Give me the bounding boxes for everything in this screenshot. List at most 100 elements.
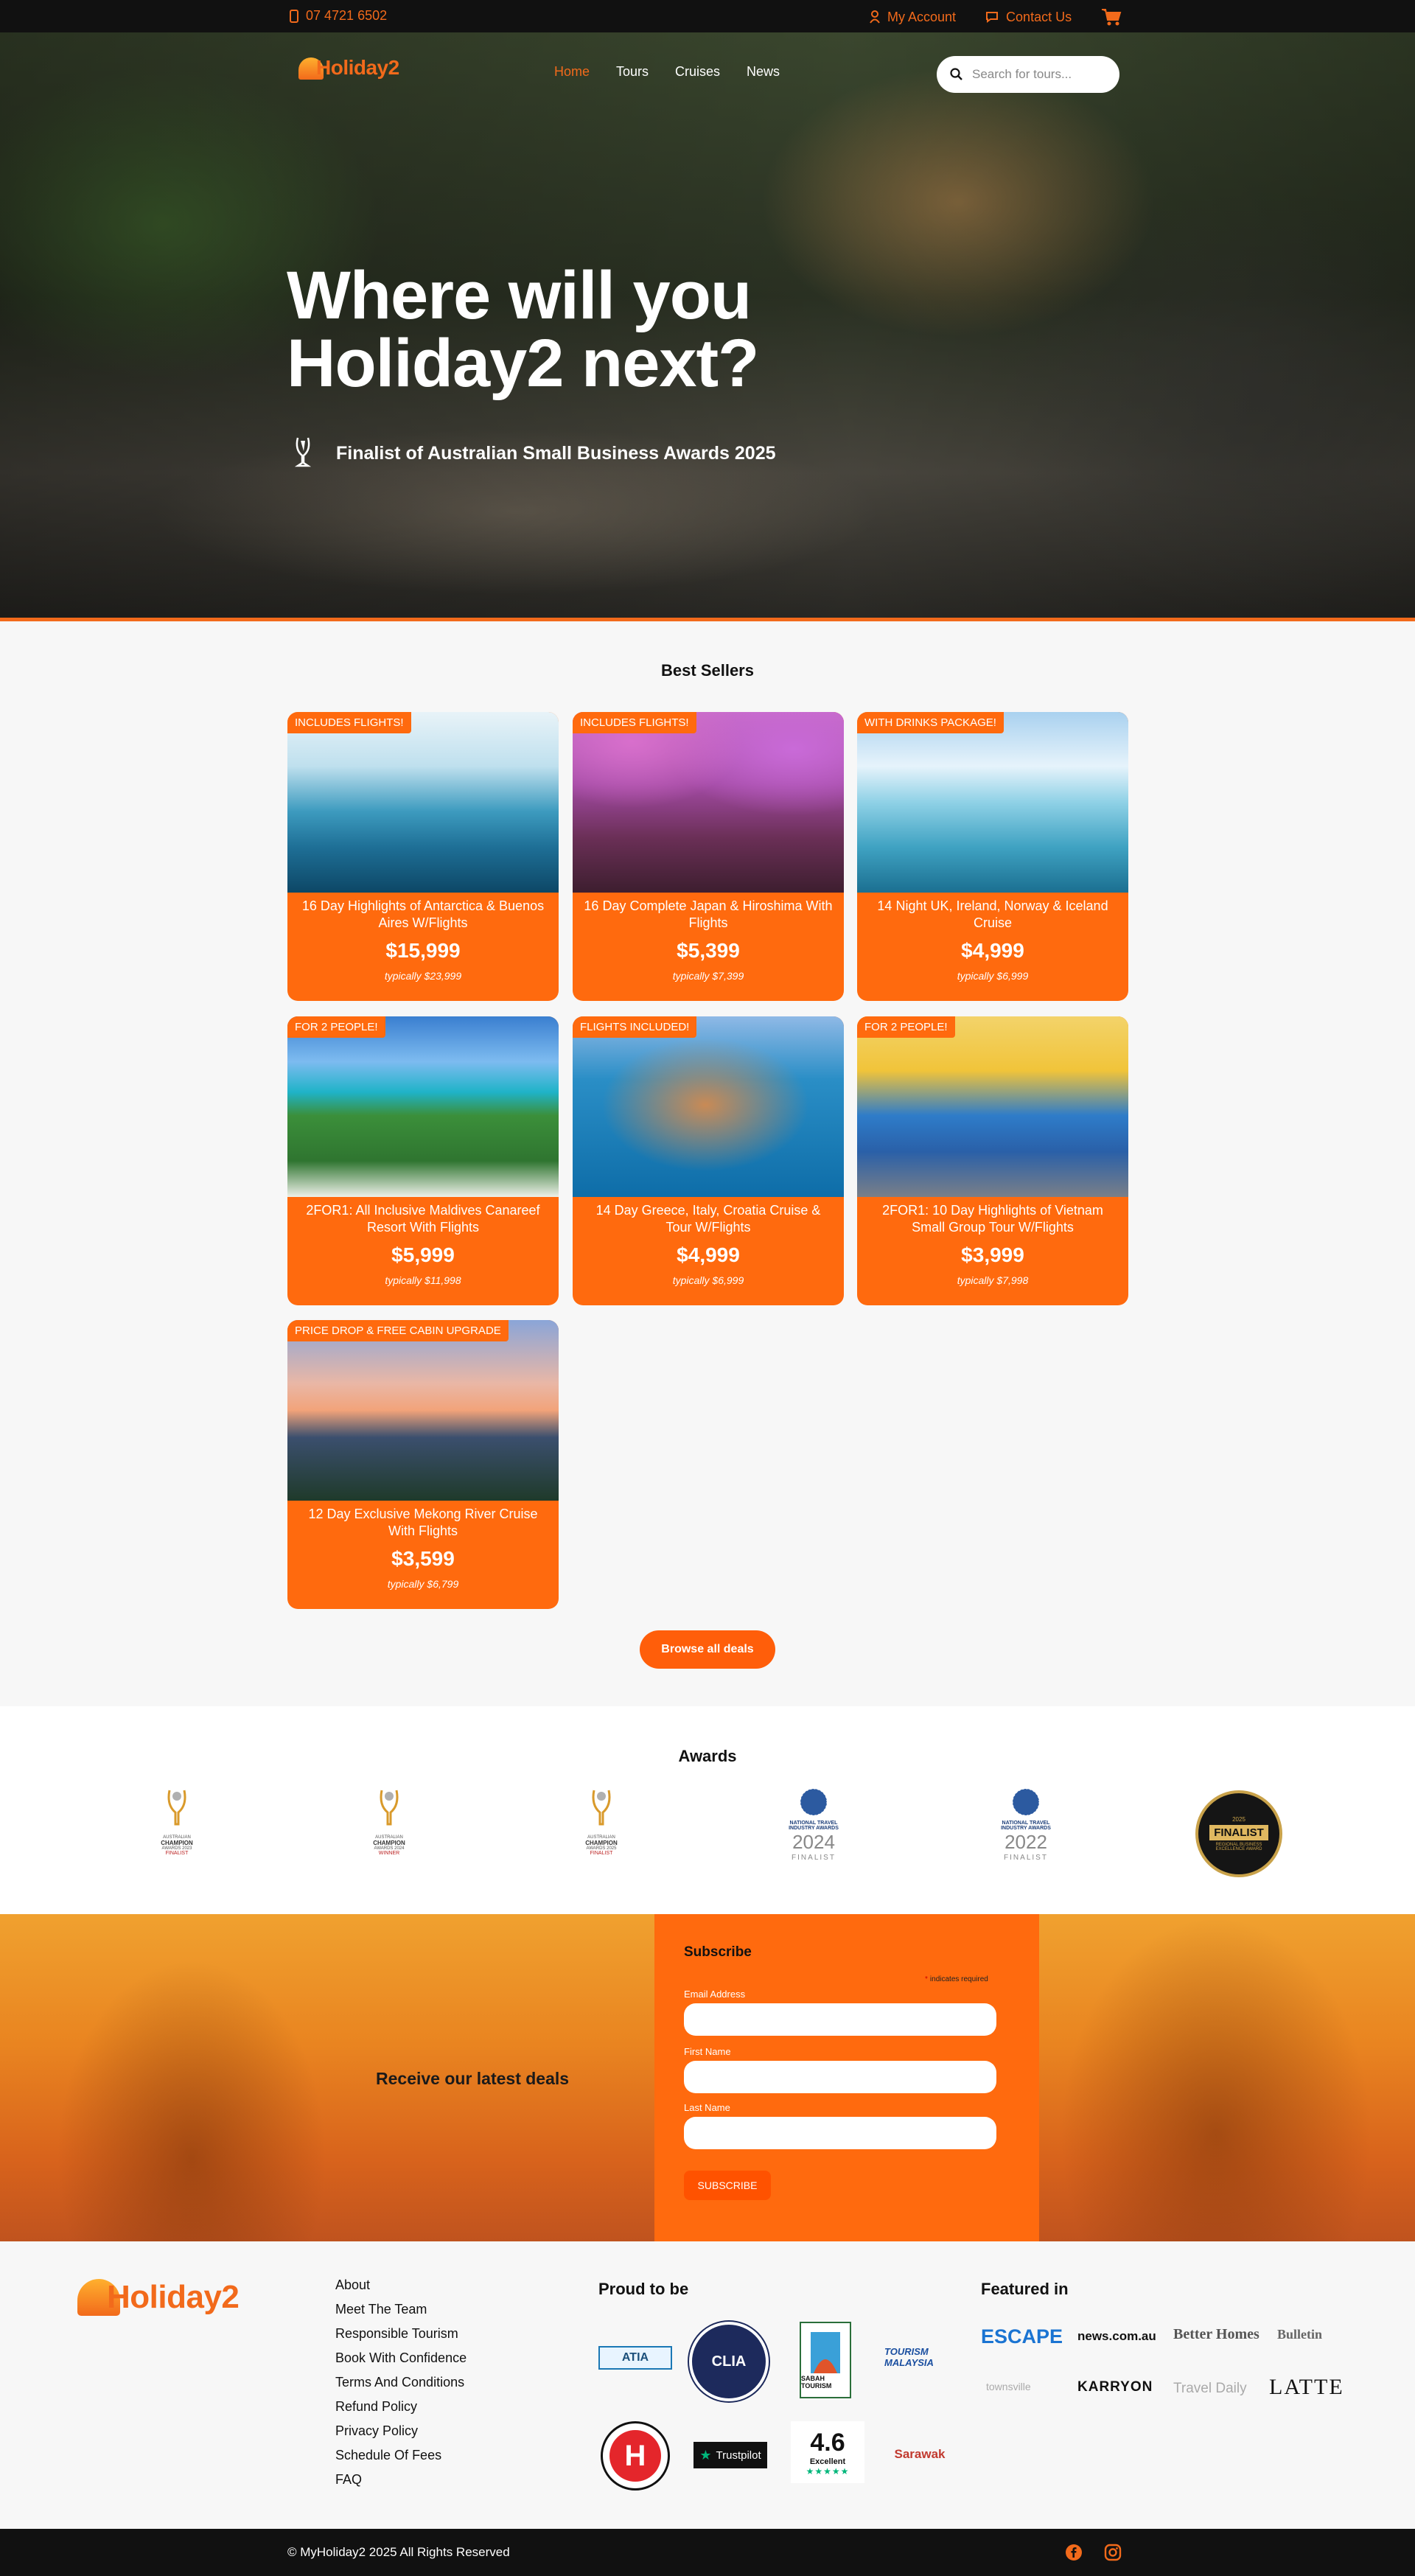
rating-label: Excellent: [809, 2457, 846, 2466]
footer-link-team[interactable]: Meet The Team: [335, 2302, 467, 2317]
phone-link[interactable]: 07 4721 6502: [290, 8, 387, 24]
deal-typical-price: typically $7,399: [672, 970, 744, 982]
footer-link-fees[interactable]: Schedule Of Fees: [335, 2448, 467, 2462]
footer-link-book-confidence[interactable]: Book With Confidence: [335, 2350, 467, 2365]
deal-price: $15,999: [385, 939, 461, 962]
featured-heading: Featured in: [981, 2280, 1069, 2298]
deal-card[interactable]: FOR 2 PEOPLE! 2FOR1: All Inclusive Maldi…: [287, 1016, 559, 1305]
subscribe-tagline: Receive our latest deals: [376, 2069, 570, 2088]
deal-badge: INCLUDES FLIGHTS!: [573, 712, 696, 733]
hero-divider: [0, 618, 1415, 621]
award-badge: AUSTRALIAN CHAMPION AWARDS 2025 FINALIST: [572, 1787, 631, 1856]
nav-news[interactable]: News: [747, 64, 780, 80]
last-name-field[interactable]: [684, 2117, 996, 2149]
footer-link-privacy[interactable]: Privacy Policy: [335, 2423, 467, 2438]
header-logo[interactable]: Holiday2: [298, 56, 399, 80]
award-badge: 2025 FINALIST REGIONAL BUSINESS EXCELLEN…: [1195, 1790, 1282, 1877]
phone-icon: [290, 9, 298, 23]
deal-typical-price: typically $11,998: [385, 1274, 461, 1286]
tourism-malaysia-logo: TOURISM MALAYSIA: [884, 2346, 934, 2368]
logo-text: Holiday2: [316, 56, 399, 79]
deal-image: [287, 712, 559, 893]
nav-home[interactable]: Home: [554, 64, 590, 80]
deal-badge: INCLUDES FLIGHTS!: [287, 712, 411, 733]
proud-heading: Proud to be: [598, 2280, 689, 2298]
search-input[interactable]: [972, 67, 1097, 82]
required-note-text: indicates required: [929, 1975, 988, 1983]
hero-award-text: Finalist of Australian Small Business Aw…: [336, 442, 776, 464]
townsville-logo: townsville: [986, 2381, 1031, 2392]
nav-cruises[interactable]: Cruises: [675, 64, 720, 80]
sabah-emblem-icon: [811, 2332, 840, 2373]
globe-icon: [1011, 1787, 1041, 1821]
deal-card[interactable]: INCLUDES FLIGHTS! 16 Day Highlights of A…: [287, 712, 559, 1001]
deal-card[interactable]: WITH DRINKS PACKAGE! 14 Night UK, Irelan…: [857, 712, 1128, 1001]
email-field[interactable]: [684, 2003, 996, 2036]
email-label: Email Address: [684, 1989, 746, 2000]
nav-tours[interactable]: Tours: [616, 64, 649, 80]
deal-typical-price: typically $7,998: [957, 1274, 1029, 1286]
deal-image: [857, 1016, 1128, 1197]
atia-logo: ATIA: [598, 2346, 672, 2370]
first-name-field[interactable]: [684, 2061, 996, 2093]
footer-link-about[interactable]: About: [335, 2277, 467, 2292]
deal-badge: FOR 2 PEOPLE!: [857, 1016, 955, 1038]
news-logo: news.com.au: [1077, 2329, 1156, 2343]
deal-badge: PRICE DROP & FREE CABIN UPGRADE: [287, 1320, 509, 1341]
my-account-label: My Account: [887, 9, 957, 24]
deal-card[interactable]: FOR 2 PEOPLE! 2FOR1: 10 Day Highlights o…: [857, 1016, 1128, 1305]
footer-link-faq[interactable]: FAQ: [335, 2472, 467, 2487]
my-account-link[interactable]: My Account: [870, 10, 956, 25]
deal-price: $4,999: [677, 1243, 740, 1266]
user-icon: [870, 10, 880, 24]
footer-logo-text: Holiday2: [107, 2279, 240, 2315]
deal-image: [287, 1016, 559, 1197]
awards-title: Awards: [678, 1747, 737, 1765]
first-name-label: First Name: [684, 2046, 731, 2057]
award-trophy-icon: [374, 1787, 404, 1835]
award-badge: NATIONAL TRAVEL INDUSTRY AWARDS 2024 FIN…: [783, 1787, 845, 1862]
deal-price: $3,599: [391, 1547, 455, 1570]
facebook-icon[interactable]: [1065, 2544, 1083, 2565]
subscribe-button[interactable]: SUBSCRIBE: [684, 2171, 771, 2200]
contact-us-link[interactable]: Contact Us: [985, 10, 1072, 25]
subscribe-heading: Subscribe: [684, 1944, 752, 1960]
award-trophy-icon: [587, 1787, 616, 1835]
cart-icon[interactable]: [1101, 8, 1122, 26]
trophy-icon: [292, 436, 314, 470]
clia-logo: CLIA: [689, 2322, 769, 2401]
deal-title: 14 Day Greece, Italy, Croatia Cruise & T…: [595, 1203, 821, 1235]
deal-card[interactable]: FLIGHTS INCLUDED! 14 Day Greece, Italy, …: [573, 1016, 844, 1305]
top-bar: 07 4721 6502 My Account Contact Us: [0, 0, 1415, 32]
deal-price: $3,999: [961, 1243, 1024, 1266]
browse-deals-button[interactable]: Browse all deals: [640, 1630, 775, 1669]
deal-typical-price: typically $6,999: [672, 1274, 744, 1286]
deal-badge: FLIGHTS INCLUDED!: [573, 1016, 697, 1038]
karryon-logo: KARRYON: [1077, 2379, 1153, 2395]
trustpilot-logo: ★ Trustpilot: [693, 2442, 767, 2468]
award-badge: AUSTRALIAN CHAMPION AWARDS 2024 WINNER: [360, 1787, 419, 1856]
instagram-icon[interactable]: [1104, 2544, 1122, 2565]
deal-card[interactable]: PRICE DROP & FREE CABIN UPGRADE 12 Day E…: [287, 1320, 559, 1609]
footer-logo[interactable]: Holiday2: [77, 2279, 240, 2316]
rating-stars-icon: ★★★★★: [806, 2465, 850, 2476]
deal-typical-price: typically $6,999: [957, 970, 1029, 982]
footer-link-terms[interactable]: Terms And Conditions: [335, 2375, 467, 2390]
last-name-label: Last Name: [684, 2102, 730, 2113]
deal-image: [573, 712, 844, 893]
footer-link-responsible-tourism[interactable]: Responsible Tourism: [335, 2326, 467, 2341]
escape-logo: ESCAPE: [981, 2325, 1063, 2348]
better-homes-logo: Better Homes: [1173, 2326, 1259, 2342]
chat-icon: [985, 11, 999, 23]
award-trophy-icon: [162, 1787, 192, 1835]
main-nav: Home Tours Cruises News: [554, 64, 780, 80]
footer-link-refund[interactable]: Refund Policy: [335, 2399, 467, 2414]
deal-typical-price: typically $23,999: [384, 970, 462, 982]
required-note: * indicates required: [925, 1975, 988, 1983]
search-icon[interactable]: [950, 68, 963, 81]
deal-typical-price: typically $6,799: [387, 1578, 459, 1590]
deal-title: 12 Day Exclusive Mekong River Cruise Wit…: [308, 1507, 538, 1538]
asterisk-icon: *: [925, 1975, 928, 1983]
deal-image: [573, 1016, 844, 1197]
deal-card[interactable]: INCLUDES FLIGHTS! 16 Day Complete Japan …: [573, 712, 844, 1001]
